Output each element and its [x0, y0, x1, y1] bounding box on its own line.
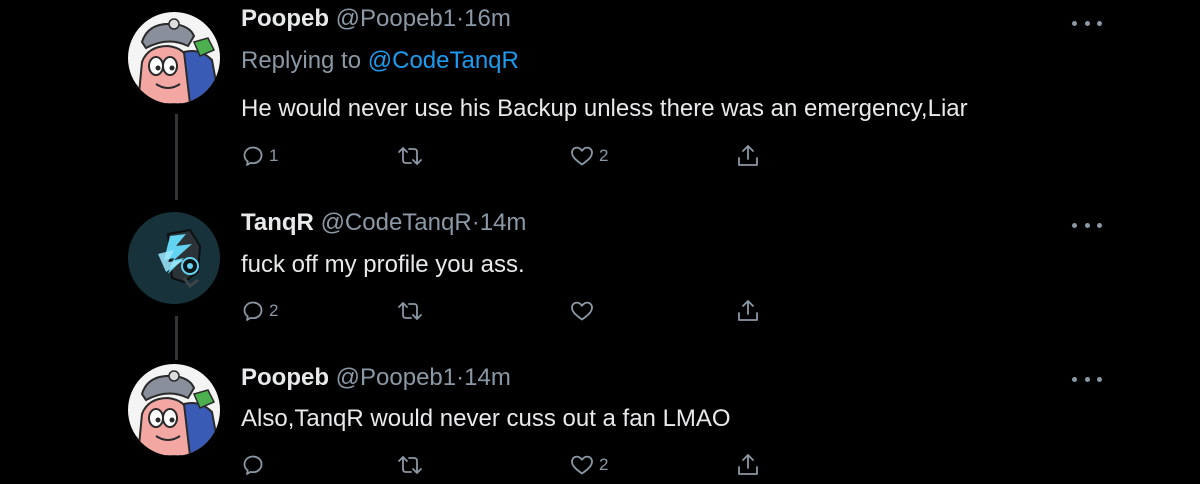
user-handle[interactable]: @CodeTanqR — [321, 209, 472, 236]
conversation-thread: Poopeb @Poopeb1·16m Replying to @CodeTan… — [0, 0, 1200, 484]
like-button[interactable]: 2 — [569, 451, 608, 479]
retweet-icon — [398, 302, 422, 320]
reply-icon — [243, 146, 263, 166]
timestamp[interactable]: 16m — [464, 5, 511, 32]
user-handle[interactable]: @Poopeb1 — [336, 364, 456, 391]
heart-icon — [571, 146, 593, 166]
reply-button[interactable]: 1 — [241, 142, 278, 170]
separator-dot: · — [471, 209, 480, 236]
avatar[interactable] — [128, 12, 220, 104]
retweet-button[interactable] — [397, 142, 427, 170]
display-name[interactable]: TanqR — [241, 209, 314, 236]
patrick-avatar-icon — [128, 364, 220, 456]
tweet-actions: 1 2 — [241, 142, 801, 170]
display-name[interactable]: Poopeb — [241, 5, 329, 32]
heart-icon — [571, 455, 593, 475]
patrick-avatar-icon — [128, 12, 220, 104]
display-name[interactable]: Poopeb — [241, 364, 329, 391]
tweet-header: Poopeb @Poopeb1·14m — [241, 363, 511, 393]
avatar[interactable] — [128, 364, 220, 456]
share-button[interactable] — [735, 297, 761, 325]
reply-icon — [243, 301, 263, 321]
like-count: 2 — [599, 146, 609, 165]
tweet-text: Also,TanqR would never cuss out a fan LM… — [241, 405, 731, 432]
share-button[interactable] — [735, 451, 761, 479]
mention-link[interactable]: @CodeTanqR — [368, 47, 519, 74]
tweet-actions: 2 — [241, 297, 801, 325]
more-options-icon[interactable] — [1072, 16, 1102, 30]
separator-dot: · — [456, 364, 465, 391]
retweet-button[interactable] — [397, 297, 427, 325]
replying-to-label: Replying to — [241, 47, 368, 74]
tweet-text: He would never use his Backup unless the… — [241, 95, 968, 122]
tanqr-avatar-icon — [128, 212, 220, 304]
timestamp[interactable]: 14m — [464, 364, 511, 391]
like-button[interactable]: 2 — [569, 142, 608, 170]
reply-count: 1 — [269, 146, 279, 165]
like-count: 2 — [599, 455, 609, 474]
like-button[interactable] — [569, 297, 599, 325]
retweet-button[interactable] — [397, 451, 427, 479]
retweet-icon — [398, 456, 422, 474]
user-handle[interactable]: @Poopeb1 — [336, 5, 456, 32]
reply-count: 2 — [269, 301, 279, 320]
more-options-icon[interactable] — [1072, 218, 1102, 232]
separator-dot: · — [456, 5, 465, 32]
avatar[interactable] — [128, 212, 220, 304]
replying-to: Replying to @CodeTanqR — [241, 46, 519, 76]
share-icon — [738, 454, 758, 475]
reply-button[interactable]: 2 — [241, 297, 278, 325]
tweet-text: fuck off my profile you ass. — [241, 251, 525, 278]
tweet-header: Poopeb @Poopeb1·16m — [241, 4, 511, 34]
thread-connector-line — [175, 316, 178, 360]
share-icon — [738, 300, 758, 321]
reply-icon — [243, 455, 263, 475]
heart-icon — [571, 301, 593, 321]
share-button[interactable] — [735, 142, 761, 170]
more-options-icon[interactable] — [1072, 372, 1102, 386]
retweet-icon — [398, 147, 422, 165]
thread-connector-line — [175, 114, 178, 200]
tweet-actions: 2 — [241, 451, 801, 479]
timestamp[interactable]: 14m — [480, 209, 527, 236]
tweet-header: TanqR @CodeTanqR·14m — [241, 208, 526, 238]
share-icon — [738, 145, 758, 166]
reply-button[interactable] — [241, 451, 269, 479]
